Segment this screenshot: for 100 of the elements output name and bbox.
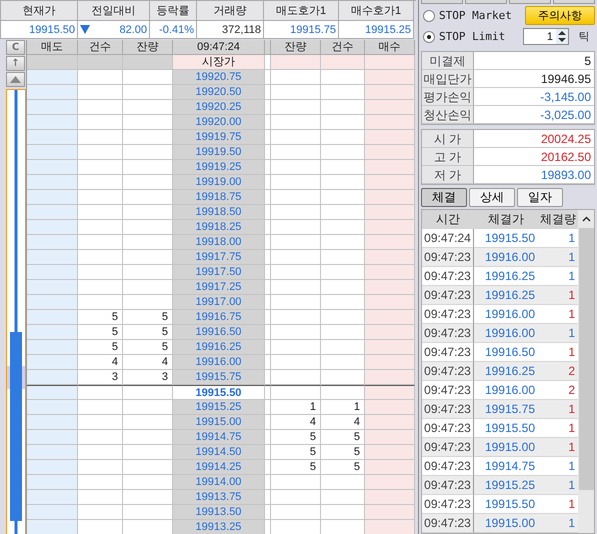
field-label: 청산손익 [422, 106, 474, 124]
price-level[interactable]: 19916.75 [173, 310, 265, 325]
price-level[interactable]: 19916.25 [173, 340, 265, 355]
field-label: 시 가 [422, 130, 474, 148]
bid-count: 1 [321, 400, 365, 415]
radio-button[interactable]: STOP Market [423, 9, 519, 22]
field-label: 고 가 [422, 148, 474, 166]
price-level[interactable]: 19914.75 [173, 430, 265, 445]
tab[interactable]: 체결 [421, 188, 467, 207]
column-header: 건수 [78, 40, 123, 55]
price-level[interactable]: 19915.75 [173, 370, 265, 385]
price-level[interactable]: 19919.25 [173, 160, 265, 175]
price-level[interactable]: 19920.75 [173, 70, 265, 85]
market-price-cell[interactable]: 시장가 [173, 55, 265, 70]
scroll-up-button[interactable]: ↑ [6, 56, 25, 71]
field-value: 20024.25 [474, 130, 594, 148]
price-level[interactable]: 19916.50 [173, 325, 265, 340]
triangle-up-button[interactable] [6, 72, 25, 87]
ask-quantity: 5 [123, 310, 173, 325]
column-header: 매수호가1 [339, 1, 414, 21]
price-level[interactable]: 19920.25 [173, 100, 265, 115]
tab[interactable]: 일자 [517, 188, 563, 207]
trade-time: 09:47:23 [422, 362, 474, 381]
field-value: -3,145.00 [474, 88, 594, 106]
column-header: 시간 [422, 210, 474, 229]
column-header: 건수 [321, 40, 365, 55]
column-header: 등락률 [150, 1, 197, 21]
quote-value: -0.41% [159, 22, 194, 38]
price-level[interactable]: 19917.25 [173, 280, 265, 295]
field-value: 20162.50 [474, 148, 594, 166]
price-level[interactable]: 19914.25 [173, 460, 265, 475]
price-level[interactable]: 19918.50 [173, 205, 265, 220]
trade-volume: 1 [538, 438, 578, 457]
price-level[interactable]: 19916.00 [173, 355, 265, 370]
trade-volume: 1 [538, 286, 578, 305]
trade-time: 09:47:23 [422, 514, 474, 533]
trade-price: 19915.00 [474, 438, 538, 457]
trade-price: 19916.00 [474, 248, 538, 267]
price-level[interactable]: 19914.00 [173, 475, 265, 490]
trade-price: 19915.75 [474, 400, 538, 419]
current-price[interactable]: 19915.50 [173, 385, 265, 400]
trade-volume: 1 [538, 248, 578, 267]
ask-quantity: 4 [123, 355, 173, 370]
price-level[interactable]: 19918.75 [173, 190, 265, 205]
tick-spinner[interactable]: 1 [523, 28, 569, 46]
quote-value: 19915.75 [290, 22, 336, 38]
partial-button[interactable] [421, 0, 463, 4]
price-level[interactable]: 19919.75 [173, 130, 265, 145]
scrollbar-thumb[interactable] [578, 228, 594, 490]
trade-price: 19916.00 [474, 324, 538, 343]
price-level[interactable]: 19918.25 [173, 220, 265, 235]
price-level[interactable]: 19913.25 [173, 520, 265, 534]
trade-price: 19915.25 [474, 476, 538, 495]
field-label: 평가손익 [422, 88, 474, 106]
price-level[interactable]: 19914.50 [173, 445, 265, 460]
bid-quantity: 1 [271, 400, 321, 415]
price-level[interactable]: 19919.00 [173, 175, 265, 190]
trade-volume: 1 [538, 476, 578, 495]
up-triangle-icon [10, 76, 21, 83]
clear-button[interactable]: C [6, 40, 25, 55]
price-level[interactable]: 19919.50 [173, 145, 265, 160]
radio-button[interactable]: STOP Limit [423, 30, 519, 44]
quote-value: 82.00 [119, 22, 147, 38]
up-down-arrows-icon[interactable] [556, 29, 568, 44]
column-header: 잔량 [123, 40, 173, 55]
ask-quantity: 3 [123, 370, 173, 385]
column-header: 매수 [365, 40, 415, 55]
tab[interactable]: 상세 [469, 188, 515, 207]
bid-quantity: 4 [271, 415, 321, 430]
price-level[interactable]: 19917.00 [173, 295, 265, 310]
price-level[interactable]: 19915.25 [173, 400, 265, 415]
bid-count: 5 [321, 460, 365, 475]
trade-volume: 1 [538, 514, 578, 533]
price-level[interactable]: 19913.75 [173, 490, 265, 505]
bid-count: 4 [321, 415, 365, 430]
trade-price: 19916.25 [474, 286, 538, 305]
ask-quantity: 5 [123, 325, 173, 340]
ask-quantity: 5 [123, 340, 173, 355]
partial-button[interactable] [553, 0, 595, 4]
bid-count: 5 [321, 445, 365, 460]
price-level[interactable]: 19915.00 [173, 415, 265, 430]
column-header: 거래량 [197, 1, 264, 21]
bid-count: 5 [321, 430, 365, 445]
partial-button[interactable] [465, 0, 507, 4]
ask-count: 5 [78, 325, 123, 340]
price-level[interactable]: 19918.00 [173, 235, 265, 250]
price-level[interactable]: 19913.50 [173, 505, 265, 520]
price-level[interactable]: 19920.50 [173, 85, 265, 100]
price-level[interactable]: 19917.50 [173, 265, 265, 280]
notice-button[interactable]: 주의사항 [525, 6, 595, 26]
column-header: 현재가 [1, 1, 78, 21]
trade-time: 09:47:23 [422, 400, 474, 419]
price-level[interactable]: 19917.75 [173, 250, 265, 265]
partial-button[interactable] [509, 0, 551, 4]
column-header: 잔량 [271, 40, 321, 55]
trade-time: 09:47:23 [422, 286, 474, 305]
ask-count: 5 [78, 340, 123, 355]
ask-count: 5 [78, 310, 123, 325]
price-level[interactable]: 19920.00 [173, 115, 265, 130]
field-value: -3,025.00 [474, 106, 594, 124]
